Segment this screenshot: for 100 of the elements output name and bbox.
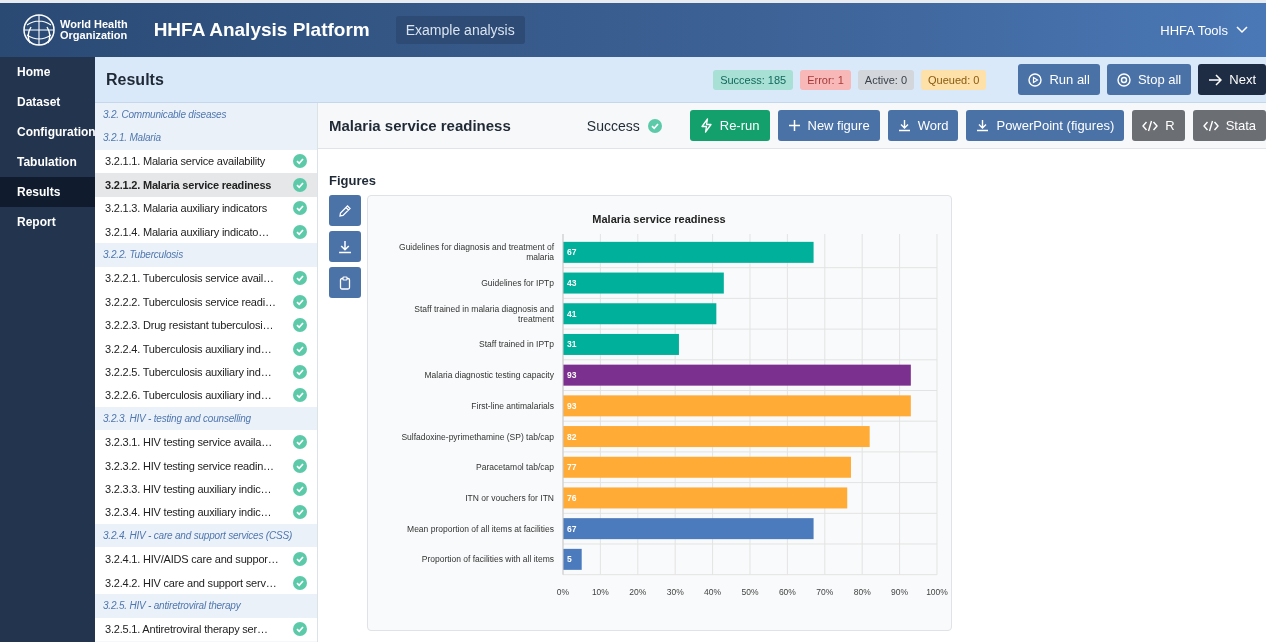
value-label: 76 — [567, 492, 577, 503]
copy-button[interactable] — [329, 267, 361, 298]
section-item[interactable]: 3.2.1.3. Malaria auxiliary indicators — [95, 196, 317, 220]
section-item[interactable]: 3.2.2.2. Tuberculosis service readi… — [95, 290, 317, 314]
section-label: 3.2.2.3. Drug resistant tuberculosi… — [105, 319, 275, 332]
section-heading: 3.2.3. HIV - testing and counselling — [95, 407, 317, 431]
code-button[interactable]: R — [1132, 110, 1185, 141]
nav-item[interactable]: Configuration — [0, 117, 95, 147]
section-heading: 3.2.4. HIV - care and support services (CSS) — [95, 524, 317, 548]
status-count: Success: 185 — [713, 69, 794, 90]
download-icon — [338, 239, 352, 254]
section-label: 3.2.3.1. HIV testing service availa… — [105, 436, 274, 449]
app-title: HHFA Analysis Platform — [153, 19, 370, 41]
section-label: 3.2.3.3. HIV testing auxiliary indic… — [105, 482, 273, 495]
section-label: 3.2.4.1. HIV/AIDS care and suppor… — [105, 553, 280, 566]
section-heading: 3.2. Communicable diseases — [95, 103, 317, 127]
chevron-down-icon — [1236, 26, 1248, 34]
nav-item[interactable]: Report — [0, 207, 95, 237]
axis-tick-label: 20% — [629, 586, 647, 597]
chart-title: Malaria service readiness — [592, 213, 726, 225]
tools-menu[interactable]: HHFA Tools — [1154, 21, 1254, 39]
nav-item[interactable]: Results — [0, 177, 95, 207]
section-item[interactable]: 3.2.2.5. Tuberculosis auxiliary ind… — [95, 360, 317, 384]
next-button[interactable]: Next — [1198, 64, 1266, 95]
nav-item[interactable]: Dataset — [0, 87, 95, 117]
arrow-right-icon — [1208, 73, 1223, 86]
stop-icon — [1116, 72, 1131, 87]
nav-item[interactable]: Home — [0, 57, 95, 87]
edit-button[interactable] — [329, 195, 361, 226]
section-label: 3.2.1.2. Malaria service readiness — [105, 178, 273, 191]
download-button[interactable]: PowerPoint (figures) — [966, 110, 1125, 141]
figures-heading: Figures — [329, 173, 377, 188]
run-all-button[interactable]: Run all — [1018, 64, 1100, 95]
code-button[interactable]: Stata — [1192, 110, 1266, 141]
clipboard-icon — [338, 275, 352, 290]
section-heading: 3.2.2. Tuberculosis — [95, 243, 317, 267]
section-item[interactable]: 3.2.2.4. Tuberculosis auxiliary ind… — [95, 336, 317, 361]
category-label: First-line antimalarials — [471, 400, 554, 411]
value-label: 67 — [567, 247, 577, 258]
section-item[interactable]: 3.2.3.4. HIV testing auxiliary indic… — [95, 500, 317, 525]
section-item[interactable]: 3.2.1.2. Malaria service readiness — [95, 173, 317, 197]
plus-icon — [787, 119, 801, 132]
category-label: Malaria diagnostic testing capacity — [424, 370, 554, 381]
value-label: 93 — [567, 400, 577, 411]
category-label: ITN or vouchers for ITN — [465, 492, 554, 503]
section-item[interactable]: 3.2.2.3. Drug resistant tuberculosi… — [95, 313, 317, 337]
value-label: 43 — [567, 278, 577, 289]
section-label: 3.2.2.2. Tuberculosis service readi… — [105, 295, 277, 308]
section-item[interactable]: 3.2.1.1. Malaria service availability — [95, 149, 317, 174]
section-item[interactable]: 3.2.3.3. HIV testing auxiliary indic… — [95, 477, 317, 501]
section-item[interactable]: 3.2.2.1. Tuberculosis service avail… — [95, 266, 317, 291]
section-label: 3.2.1.1. Malaria service availability — [105, 155, 267, 168]
section-item[interactable]: 3.2.5.1. Antiretroviral therapy ser… — [95, 617, 317, 641]
category-label: Paracetamol tab/cap — [476, 462, 554, 473]
axis-tick-label: 10% — [591, 586, 609, 597]
section-item[interactable]: 3.2.2.6. Tuberculosis auxiliary ind… — [95, 383, 317, 408]
axis-tick-label: 40% — [704, 586, 722, 597]
play-icon — [1028, 72, 1043, 87]
value-label: 77 — [567, 462, 577, 473]
value-label: 93 — [567, 370, 577, 381]
section-item[interactable]: 3.2.4.2. HIV care and support serv… — [95, 570, 317, 595]
status-count: Active: 0 — [857, 69, 915, 90]
value-label: 67 — [567, 523, 577, 534]
organization-name: World Health — [60, 19, 128, 30]
section-label: 3.2.5.1. Antiretroviral therapy ser… — [105, 623, 269, 636]
status-count: Error: 1 — [800, 69, 851, 90]
section-label: 3.2.4.2. HIV care and support serv… — [105, 576, 278, 589]
axis-tick-label: 70% — [816, 586, 834, 597]
section-label: 3.2.1.3. Malaria auxiliary indicators — [105, 202, 268, 215]
category-label: Mean proportion of all items at facilities — [407, 523, 554, 534]
download-button[interactable] — [329, 231, 361, 262]
section-heading: 3.2.1. Malaria — [95, 126, 317, 150]
section-item[interactable]: 3.2.3.1. HIV testing service availa… — [95, 430, 317, 454]
download-button[interactable]: Word — [887, 110, 959, 141]
value-label: 5 — [567, 554, 572, 565]
analysis-status: Success — [586, 117, 640, 134]
category-label: Proportion of facilities with all items — [421, 554, 554, 565]
organization-name: Organization — [60, 30, 128, 41]
analysis-name[interactable]: Example analysis — [395, 16, 525, 44]
status-count: Queued: 0 — [921, 69, 987, 90]
section-heading: 3.2.5. HIV - antiretroviral therapy — [95, 594, 317, 618]
stop-all-button[interactable]: Stop all — [1106, 64, 1192, 95]
nav-item[interactable]: Tabulation — [0, 147, 95, 177]
category-label: Sulfadoxine-pyrimethamine (SP) tab/cap — [401, 431, 554, 442]
axis-tick-label: 60% — [778, 586, 796, 597]
section-label: 3.2.2.1. Tuberculosis service avail… — [105, 272, 275, 285]
value-label: 31 — [567, 339, 577, 350]
section-item[interactable]: 3.2.3.2. HIV testing service readin… — [95, 453, 317, 478]
section-item[interactable]: 3.2.1.4. Malaria auxiliary indicato… — [95, 219, 317, 244]
section-label: 3.2.2.4. Tuberculosis auxiliary ind… — [105, 342, 273, 355]
analysis-title: Malaria service readiness — [329, 117, 511, 134]
axis-tick-label: 80% — [853, 586, 871, 597]
axis-tick-label: 0% — [556, 586, 570, 597]
section-item[interactable]: 3.2.4.1. HIV/AIDS care and suppor… — [95, 547, 317, 571]
section-label: 3.2.3.2. HIV testing service readin… — [105, 459, 275, 472]
download-icon — [897, 119, 911, 132]
new-figure-button[interactable]: New figure — [777, 110, 880, 141]
section-label: 3.2.3.4. HIV testing auxiliary indic… — [105, 506, 273, 519]
code-icon — [1142, 119, 1159, 132]
section-label: 3.2.2.5. Tuberculosis auxiliary ind… — [105, 366, 273, 378]
